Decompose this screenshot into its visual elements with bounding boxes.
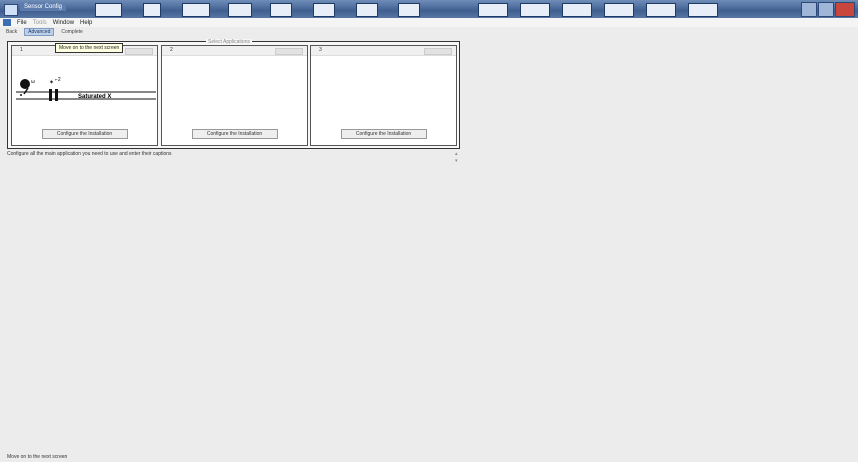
minimize-icon[interactable] (801, 2, 817, 17)
menu-file[interactable]: File (17, 20, 27, 26)
toolbar: Back Advanced Complete (0, 27, 858, 36)
panel-number: 2 (170, 47, 173, 53)
taskbar-button-4[interactable] (228, 3, 252, 17)
taskbar-button-5[interactable] (270, 3, 292, 17)
panel-number: 3 (319, 47, 322, 53)
preview-label: Saturated X (78, 94, 111, 100)
panel-number: 1 (20, 47, 23, 53)
back-button[interactable]: Back (3, 29, 20, 35)
taskbar-button-12[interactable] (604, 3, 634, 17)
taskbar-button-11[interactable] (562, 3, 592, 17)
menu-bar: File Tools Window Help (0, 18, 858, 27)
taskbar-button-6[interactable] (313, 3, 335, 17)
configure-installation-button-3[interactable]: Configure the Installation (340, 129, 427, 139)
close-icon[interactable] (835, 2, 855, 17)
taskbar-button-10[interactable] (520, 3, 550, 17)
status-bar: Move on to the next screen (7, 454, 68, 460)
maximize-icon[interactable] (818, 2, 834, 17)
panel-dropdown[interactable] (275, 48, 303, 55)
taskbar-button-14[interactable] (688, 3, 718, 17)
svg-text:⌐2: ⌐2 (55, 77, 61, 83)
application-panel-1: 1 ω ✶ ⌐2 Saturated X Configure the Insta… (11, 45, 158, 146)
app-logo-icon (3, 19, 11, 26)
panel-header: 3 (311, 46, 456, 56)
scroll-arrows[interactable]: ▴ ▾ (455, 151, 458, 165)
taskbar-button-7[interactable] (356, 3, 378, 17)
taskbar-button-8[interactable] (398, 3, 420, 17)
panel-header: 2 (162, 46, 307, 56)
application-panel-2: 2 Configure the Installation (161, 45, 308, 146)
menu-tools[interactable]: Tools (33, 20, 47, 26)
taskbar-button-1[interactable] (95, 3, 122, 17)
panel-dropdown[interactable] (424, 48, 452, 55)
window-title: Sensor Config (20, 3, 67, 11)
svg-text:✶: ✶ (49, 79, 54, 86)
advanced-button[interactable]: Advanced (24, 27, 55, 36)
application-panel-3: 3 Configure the Installation (310, 45, 457, 146)
taskbar-button-3[interactable] (182, 3, 210, 17)
menu-help[interactable]: Help (80, 20, 92, 26)
configure-installation-button-2[interactable]: Configure the Installation (191, 129, 278, 139)
tooltip: Move on to the next screen (55, 43, 124, 53)
taskbar-button-2[interactable] (143, 3, 161, 17)
svg-text:ω: ω (31, 79, 35, 85)
title-bar: Sensor Config (0, 0, 858, 18)
app-icon[interactable] (4, 4, 18, 16)
menu-window[interactable]: Window (53, 20, 74, 26)
applications-panel-group: Select Applications 1 ω ✶ ⌐2 Saturated X… (7, 39, 460, 149)
complete-button[interactable]: Complete (58, 29, 85, 35)
panel-dropdown[interactable] (125, 48, 153, 55)
window-controls (801, 2, 855, 17)
application-preview: ω ✶ ⌐2 Saturated X (16, 77, 156, 101)
instruction-message: Configure all the main application you n… (7, 151, 172, 157)
taskbar-button-9[interactable] (478, 3, 508, 17)
configure-installation-button-1[interactable]: Configure the Installation (41, 129, 128, 139)
taskbar-button-13[interactable] (646, 3, 676, 17)
